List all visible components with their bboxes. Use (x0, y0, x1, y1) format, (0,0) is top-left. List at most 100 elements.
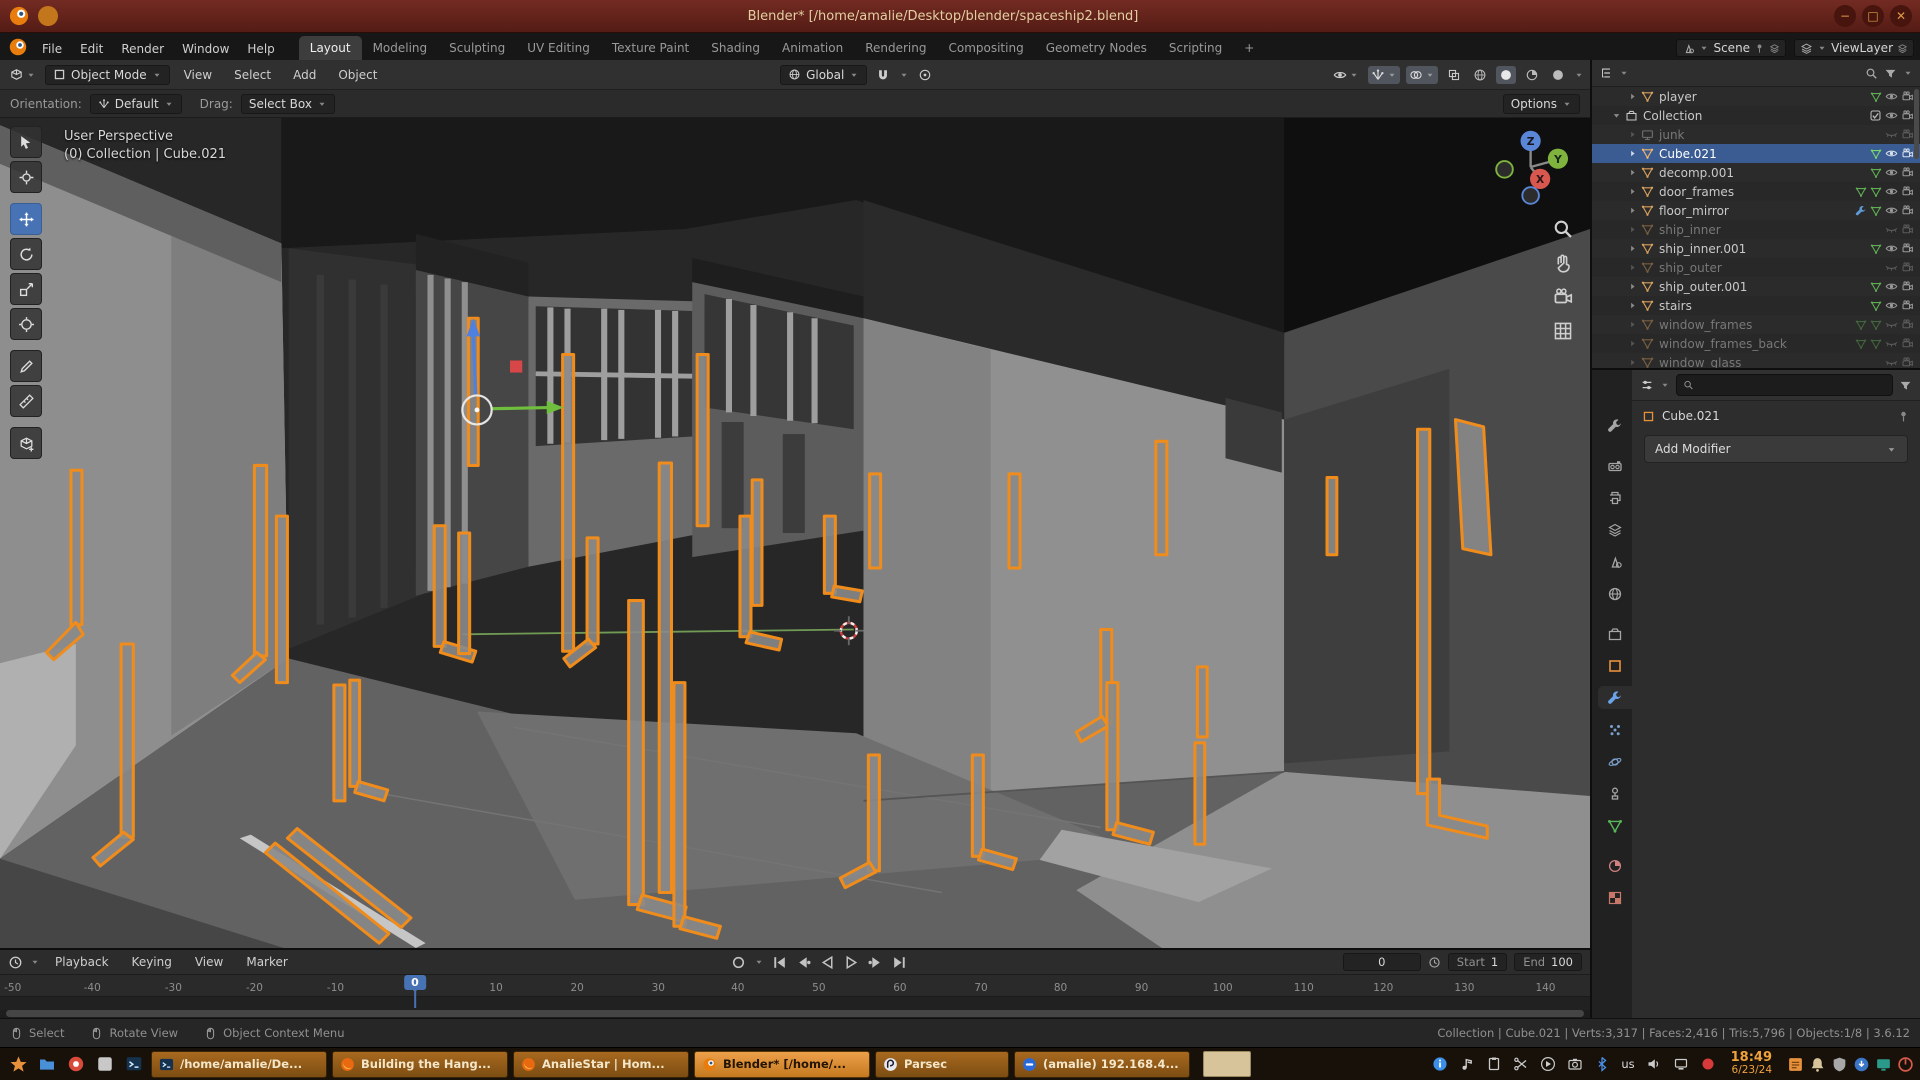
visibility-eye-icon[interactable] (1885, 185, 1898, 198)
add-cube-tool[interactable] (10, 427, 42, 459)
tab-world-properties[interactable] (1598, 582, 1632, 605)
tab-layout[interactable]: Layout (299, 36, 362, 60)
render-camera-icon[interactable] (1901, 280, 1914, 293)
chevron-down-icon[interactable] (1619, 68, 1629, 78)
tab-viewlayer-properties[interactable] (1598, 518, 1632, 541)
menu-keying[interactable]: Keying (124, 951, 180, 973)
expand-caret-icon[interactable] (1627, 243, 1638, 254)
menu-select[interactable]: Select (226, 64, 279, 86)
frame-start-field[interactable]: Start1 (1448, 953, 1507, 971)
visibility-eye-icon[interactable] (1885, 299, 1898, 312)
visibility-eye-closed-icon[interactable] (1885, 223, 1898, 236)
expand-caret-icon[interactable] (1627, 357, 1638, 368)
timeline-tracks[interactable] (0, 997, 1590, 1010)
taskbar-window-parsec[interactable]: Parsec (875, 1051, 1009, 1078)
tab-scene-properties[interactable] (1598, 550, 1632, 573)
outliner-row-stairs[interactable]: stairs (1592, 296, 1920, 315)
outliner-scrollbar[interactable] (1914, 89, 1919, 159)
show-gizmo-button[interactable] (1368, 66, 1400, 84)
visibility-eye-icon[interactable] (1885, 90, 1898, 103)
close-button[interactable]: ✕ (1890, 5, 1912, 27)
menu-render[interactable]: Render (113, 38, 172, 60)
expand-caret-icon[interactable] (1627, 129, 1638, 140)
rotate-tool[interactable] (10, 238, 42, 270)
camera-view-icon[interactable] (1552, 286, 1574, 308)
shading-wireframe-button[interactable] (1470, 66, 1490, 84)
expand-caret-icon[interactable] (1627, 281, 1638, 292)
properties-search-input[interactable] (1699, 377, 1886, 393)
outliner-row-ship-outer[interactable]: ship_outer (1592, 258, 1920, 277)
tab-texture-paint[interactable]: Texture Paint (601, 36, 700, 60)
jump-to-start-button[interactable] (771, 954, 788, 971)
expand-caret-icon[interactable] (1627, 300, 1638, 311)
render-camera-icon[interactable] (1901, 128, 1914, 141)
tab-modeling[interactable]: Modeling (362, 36, 439, 60)
tab-physics-properties[interactable] (1598, 750, 1632, 773)
render-camera-icon[interactable] (1901, 223, 1914, 236)
options-dropdown[interactable]: Options (1503, 94, 1580, 114)
timeline-scrollbar-thumb[interactable] (6, 1010, 1584, 1017)
render-camera-icon[interactable] (1901, 299, 1914, 312)
collapse-caret-icon[interactable] (1611, 110, 1622, 121)
expand-caret-icon[interactable] (1627, 319, 1638, 330)
chevron-down-icon[interactable] (30, 957, 40, 967)
taskbar-window-browser-1[interactable]: Building the Hang... (332, 1051, 508, 1078)
expand-caret-icon[interactable] (1627, 167, 1638, 178)
menu-playback[interactable]: Playback (47, 951, 117, 973)
menu-help[interactable]: Help (239, 38, 282, 60)
editor-launcher[interactable] (93, 1052, 117, 1076)
outliner-editor-icon[interactable] (1599, 66, 1613, 80)
add-workspace-button[interactable]: + (1233, 36, 1265, 60)
visibility-eye-closed-icon[interactable] (1885, 356, 1898, 368)
collection-checkbox-icon[interactable] (1869, 109, 1882, 122)
new-scene-icon[interactable] (1769, 43, 1780, 54)
viewport-scene[interactable] (0, 118, 1590, 948)
render-camera-icon[interactable] (1901, 242, 1914, 255)
outliner-row-door-frames[interactable]: door_frames (1592, 182, 1920, 201)
outliner-row-decomp-001[interactable]: decomp.001 (1592, 163, 1920, 182)
taskbar-window-browser-2[interactable]: AnalieStar | Hom... (513, 1051, 689, 1078)
taskbar-window-file-manager[interactable]: /home/amalie/De... (151, 1051, 327, 1078)
shading-solid-button[interactable] (1496, 66, 1516, 84)
axis-neg-y-handle[interactable] (1496, 161, 1513, 178)
menu-object[interactable]: Object (330, 64, 385, 86)
transform-tool[interactable] (10, 308, 42, 340)
tab-compositing[interactable]: Compositing (937, 36, 1034, 60)
tray-bluetooth-icon[interactable] (1594, 1056, 1610, 1072)
scene-selector[interactable]: Scene (1676, 39, 1786, 57)
menu-edit[interactable]: Edit (72, 38, 111, 60)
shading-rendered-button[interactable] (1548, 66, 1568, 84)
tray-display-icon[interactable] (1875, 1056, 1892, 1073)
visibility-eye-closed-icon[interactable] (1885, 337, 1898, 350)
frame-counter-field[interactable]: 0 (1343, 953, 1421, 971)
expand-caret-icon[interactable] (1627, 338, 1638, 349)
expand-caret-icon[interactable] (1627, 186, 1638, 197)
visibility-eye-icon[interactable] (1885, 204, 1898, 217)
outliner-row-ship-outer-001[interactable]: ship_outer.001 (1592, 277, 1920, 296)
window-titlebar[interactable]: Blender* [/home/amalie/Desktop/blender/s… (0, 0, 1920, 33)
clock-widget[interactable]: 18:49 6/23/24 (1731, 1052, 1772, 1076)
play-button[interactable] (843, 954, 860, 971)
browser-launcher[interactable] (64, 1052, 88, 1076)
tab-object-properties[interactable] (1598, 654, 1632, 677)
annotate-tool[interactable] (10, 350, 42, 382)
measure-tool[interactable] (10, 385, 42, 417)
tab-output-properties[interactable] (1598, 486, 1632, 509)
taskbar-window-blender[interactable]: Blender* [/home/... (694, 1051, 870, 1078)
outliner-row-collection[interactable]: Collection (1592, 106, 1920, 125)
minimize-button[interactable]: − (1834, 5, 1856, 27)
outliner-row-cube-021[interactable]: Cube.021 (1592, 144, 1920, 163)
render-camera-icon[interactable] (1901, 356, 1914, 368)
visibility-eye-icon[interactable] (1885, 109, 1898, 122)
axis-neg-z-handle[interactable] (1522, 187, 1539, 204)
tray-play-icon[interactable] (1540, 1056, 1556, 1072)
shading-options-chevron-icon[interactable] (1574, 70, 1584, 80)
keyboard-layout-label[interactable]: us (1621, 1057, 1634, 1071)
tab-geometry-nodes[interactable]: Geometry Nodes (1035, 36, 1158, 60)
tab-sculpting[interactable]: Sculpting (438, 36, 516, 60)
tab-texture-properties[interactable] (1598, 886, 1632, 909)
tray-record-icon[interactable] (1700, 1056, 1716, 1072)
viewlayer-selector[interactable]: ViewLayer (1794, 39, 1914, 57)
outliner-row-window-frames[interactable]: window_frames (1592, 315, 1920, 334)
playback-sync-icon[interactable] (1428, 956, 1441, 969)
